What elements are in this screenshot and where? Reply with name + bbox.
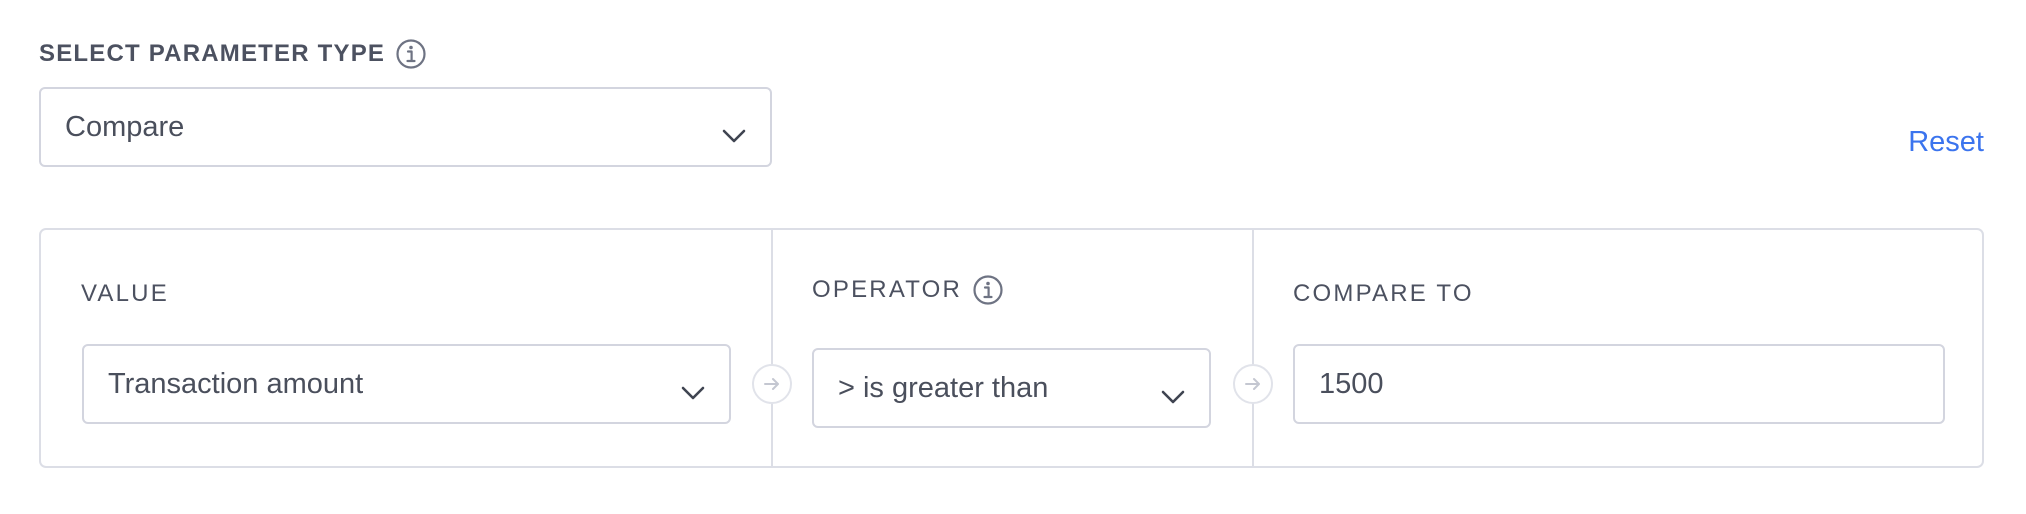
chevron-down-icon	[681, 376, 705, 400]
reset-link[interactable]: Reset	[1908, 126, 1984, 159]
info-icon[interactable]	[395, 38, 427, 70]
value-selected-value: Transaction amount	[108, 367, 364, 400]
compare-to-label-text: COMPARE TO	[1293, 280, 1474, 307]
column-divider	[1252, 230, 1254, 466]
chevron-down-icon	[1161, 380, 1185, 404]
value-label-text: VALUE	[81, 280, 169, 307]
value-select[interactable]: Transaction amount	[82, 344, 731, 424]
operator-select[interactable]: > is greater than	[812, 348, 1211, 428]
info-icon[interactable]	[972, 274, 1004, 306]
operator-label: OPERATOR	[812, 274, 1004, 306]
condition-card: VALUE Transaction amount OPERATOR > is g…	[39, 228, 1984, 468]
compare-to-value: 1500	[1319, 367, 1384, 400]
arrow-right-icon	[752, 364, 792, 404]
operator-selected-value: > is greater than	[838, 371, 1049, 404]
value-label: VALUE	[81, 280, 169, 308]
operator-label-text: OPERATOR	[812, 276, 963, 303]
param-type-select[interactable]: Compare	[39, 87, 772, 167]
compare-to-label: COMPARE TO	[1293, 280, 1474, 308]
compare-to-input[interactable]: 1500	[1293, 344, 1945, 424]
column-divider	[771, 230, 773, 466]
param-type-selected-value: Compare	[65, 110, 185, 143]
param-type-label: SELECT PARAMETER TYPE	[39, 38, 427, 70]
arrow-right-icon	[1233, 364, 1273, 404]
chevron-down-icon	[722, 119, 746, 143]
param-type-label-text: SELECT PARAMETER TYPE	[39, 40, 386, 67]
